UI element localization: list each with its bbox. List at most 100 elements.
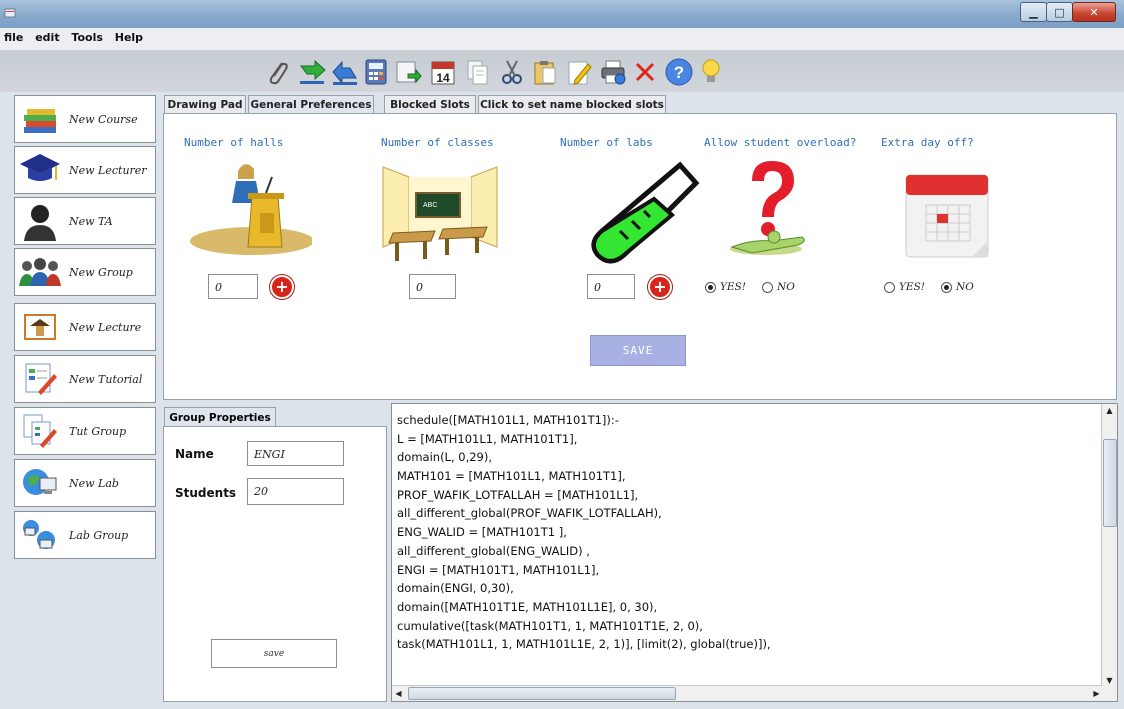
vertical-scroll-thumb[interactable] bbox=[1103, 439, 1117, 527]
svg-text:14: 14 bbox=[436, 71, 450, 85]
halls-count-field[interactable]: 0 bbox=[208, 274, 258, 299]
code-line: domain(L, 0,29), bbox=[397, 450, 493, 465]
code-lines: schedule([MATH101L1, MATH101T1]):- L = [… bbox=[397, 411, 771, 654]
code-line: ENGI = [MATH101T1, MATH101L1], bbox=[397, 562, 600, 577]
mail-forward-icon[interactable] bbox=[393, 57, 423, 87]
document-copy-icon[interactable] bbox=[462, 57, 492, 87]
delete-x-icon[interactable] bbox=[630, 57, 660, 87]
export-arrow-icon[interactable] bbox=[330, 57, 360, 87]
tab-drawing-pad[interactable]: Drawing Pad bbox=[164, 95, 246, 113]
maximize-button[interactable]: □ bbox=[1046, 2, 1073, 22]
edit-pencil-icon[interactable] bbox=[564, 57, 594, 87]
calculator-icon[interactable] bbox=[361, 57, 391, 87]
tut-group-button[interactable]: Tut Group bbox=[14, 407, 156, 455]
new-lab-button[interactable]: New Lab bbox=[14, 459, 156, 507]
new-course-button[interactable]: New Course bbox=[14, 95, 156, 143]
code-line: schedule([MATH101L1, MATH101T1]):- bbox=[397, 413, 619, 427]
tutorial-document-icon bbox=[15, 357, 65, 401]
help-icon[interactable]: ? bbox=[664, 57, 694, 87]
menu-file[interactable]: file bbox=[0, 28, 27, 44]
code-line: domain([MATH101T1E, MATH101L1E], 0, 30), bbox=[397, 599, 658, 614]
horizontal-scrollbar[interactable]: ◀ ▶ bbox=[392, 685, 1103, 701]
tutorial-group-icon bbox=[15, 409, 65, 453]
overload-yes-radio[interactable]: YES! bbox=[705, 281, 746, 293]
menu-help[interactable]: Help bbox=[111, 28, 147, 44]
test-tube-icon bbox=[591, 161, 700, 264]
lab-group-button[interactable]: Lab Group bbox=[14, 511, 156, 559]
radio-indicator bbox=[941, 281, 952, 293]
general-preferences-panel: Number of halls Number of classes Number… bbox=[163, 113, 1117, 400]
labs-title: Number of labs bbox=[560, 136, 653, 149]
add-hall-button[interactable]: + bbox=[270, 275, 294, 299]
generated-code-textarea[interactable]: schedule([MATH101L1, MATH101T1]):- L = [… bbox=[391, 403, 1118, 702]
code-line: L = [MATH101L1, MATH101T1], bbox=[397, 431, 578, 446]
svg-text:ABC: ABC bbox=[423, 202, 437, 209]
scroll-corner bbox=[1102, 686, 1117, 701]
group-properties-panel: Name ENGI Students 20 save bbox=[163, 426, 387, 702]
menu-bar: file edit Tools Help bbox=[0, 28, 1124, 51]
group-name-label: Name bbox=[175, 447, 214, 461]
person-silhouette-icon bbox=[15, 199, 65, 243]
group-name-field[interactable]: ENGI bbox=[247, 441, 344, 466]
new-tutorial-button[interactable]: New Tutorial bbox=[14, 355, 156, 403]
save-preferences-button[interactable]: SAVE bbox=[590, 335, 686, 366]
window-title-bar: ▁ □ ✕ bbox=[0, 0, 1124, 28]
code-line: cumulative([task(MATH101T1, 1, MATH101T1… bbox=[397, 618, 703, 633]
dayoff-no-radio[interactable]: NO bbox=[941, 281, 974, 293]
close-window-button[interactable]: ✕ bbox=[1072, 2, 1116, 22]
overload-no-radio[interactable]: NO bbox=[762, 281, 795, 293]
new-ta-button[interactable]: New TA bbox=[14, 197, 156, 245]
scissors-icon[interactable] bbox=[497, 57, 527, 87]
lightbulb-icon[interactable] bbox=[696, 57, 726, 87]
tab-general-preferences[interactable]: General Preferences bbox=[248, 95, 374, 114]
overload-title: Allow student overload? bbox=[704, 136, 857, 149]
add-lab-button[interactable]: + bbox=[648, 275, 672, 299]
dayoff-title: Extra day off? bbox=[881, 136, 974, 149]
code-line: all_different_global(ENG_WALID) , bbox=[397, 543, 590, 558]
students-count-field[interactable]: 20 bbox=[247, 478, 344, 505]
clipboard-paste-icon[interactable] bbox=[530, 57, 560, 87]
new-group-button[interactable]: New Group bbox=[14, 248, 156, 296]
toolbar: 14 ? bbox=[0, 51, 1124, 92]
radio-indicator bbox=[705, 281, 716, 293]
java-app-icon bbox=[4, 8, 16, 18]
classes-title: Number of classes bbox=[381, 136, 494, 149]
new-lecturer-button[interactable]: New Lecturer bbox=[14, 146, 156, 194]
tab-set-name-blocked-slots[interactable]: Click to set name blocked slots bbox=[478, 95, 666, 113]
new-lecture-button[interactable]: New Lecture bbox=[14, 303, 156, 351]
horizontal-scroll-thumb[interactable] bbox=[408, 687, 676, 700]
tab-group-properties[interactable]: Group Properties bbox=[164, 407, 276, 427]
overload-question-icon bbox=[730, 161, 805, 255]
graduation-cap-icon bbox=[15, 148, 65, 192]
minimize-button[interactable]: ▁ bbox=[1020, 2, 1047, 22]
code-line: MATH101 = [MATH101L1, MATH101T1], bbox=[397, 469, 626, 484]
scroll-left-arrow-icon[interactable]: ◀ bbox=[392, 687, 405, 700]
tab-blocked-slots[interactable]: Blocked Slots bbox=[384, 95, 476, 113]
lecture-hall-podium-icon bbox=[190, 164, 312, 255]
save-group-button[interactable]: save bbox=[211, 639, 337, 668]
svg-text:?: ? bbox=[674, 63, 684, 82]
code-line: ENG_WALID = [MATH101T1 ], bbox=[397, 525, 567, 540]
lecture-house-icon bbox=[15, 305, 65, 349]
paperclip-icon[interactable] bbox=[262, 57, 292, 87]
radio-indicator bbox=[762, 281, 773, 293]
dayoff-yes-radio[interactable]: YES! bbox=[884, 281, 925, 293]
books-icon bbox=[15, 97, 65, 141]
calendar-icon[interactable]: 14 bbox=[428, 57, 458, 87]
menu-tools[interactable]: Tools bbox=[67, 28, 106, 44]
labs-count-field[interactable]: 0 bbox=[587, 274, 635, 299]
printer-icon[interactable] bbox=[598, 57, 628, 87]
scroll-up-arrow-icon[interactable]: ▲ bbox=[1103, 404, 1116, 417]
classroom-icon: ABC bbox=[382, 166, 498, 261]
classes-count-field[interactable]: 0 bbox=[409, 274, 456, 299]
lab-computer-icon bbox=[15, 461, 65, 505]
calendar-day-off-icon bbox=[905, 174, 989, 258]
code-line: domain(ENGI, 0,30), bbox=[397, 581, 514, 596]
lab-group-icon bbox=[15, 513, 65, 557]
code-line: PROF_WAFIK_LOTFALLAH = [MATH101L1], bbox=[397, 487, 639, 502]
halls-title: Number of halls bbox=[184, 136, 284, 149]
code-line: all_different_global(PROF_WAFIK_LOTFALLA… bbox=[397, 506, 662, 521]
import-arrow-icon[interactable] bbox=[297, 57, 327, 87]
menu-edit[interactable]: edit bbox=[31, 28, 63, 44]
vertical-scrollbar[interactable]: ▲ ▼ bbox=[1101, 404, 1117, 687]
